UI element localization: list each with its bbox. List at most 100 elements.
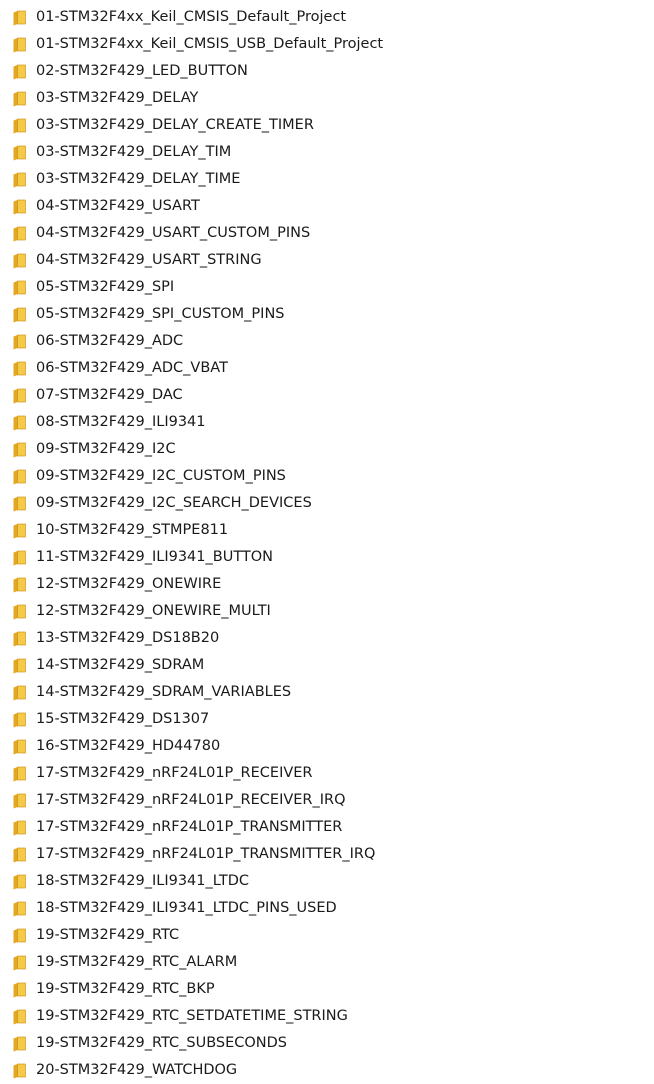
folder-name: 17-STM32F429_nRF24L01P_TRANSMITTER_IRQ bbox=[36, 846, 376, 862]
folder-icon bbox=[13, 739, 26, 754]
folder-name: 11-STM32F429_ILI9341_BUTTON bbox=[36, 549, 274, 565]
folder-icon bbox=[13, 307, 26, 322]
folder-item[interactable]: 11-STM32F429_ILI9341_BUTTON bbox=[0, 544, 654, 571]
folder-name: 20-STM32F429_WATCHDOG bbox=[36, 1062, 238, 1078]
folder-item[interactable]: 04-STM32F429_USART_STRING bbox=[0, 247, 654, 274]
folder-name: 01-STM32F4xx_Keil_CMSIS_USB_Default_Proj… bbox=[36, 36, 384, 52]
folder-icon bbox=[13, 172, 26, 187]
folder-name: 05-STM32F429_SPI bbox=[36, 279, 175, 295]
folder-item[interactable]: 17-STM32F429_nRF24L01P_TRANSMITTER_IRQ bbox=[0, 841, 654, 868]
folder-icon bbox=[13, 766, 26, 781]
folder-name: 13-STM32F429_DS18B20 bbox=[36, 630, 220, 646]
folder-icon bbox=[13, 658, 26, 673]
folder-item[interactable]: 19-STM32F429_RTC bbox=[0, 922, 654, 949]
folder-item[interactable]: 17-STM32F429_nRF24L01P_TRANSMITTER bbox=[0, 814, 654, 841]
folder-item[interactable]: 17-STM32F429_nRF24L01P_RECEIVER_IRQ bbox=[0, 787, 654, 814]
folder-item[interactable]: 19-STM32F429_RTC_BKP bbox=[0, 976, 654, 1003]
folder-name: 12-STM32F429_ONEWIRE bbox=[36, 576, 222, 592]
folder-name: 08-STM32F429_ILI9341 bbox=[36, 414, 206, 430]
folder-icon bbox=[13, 1009, 26, 1024]
folder-item[interactable]: 01-STM32F4xx_Keil_CMSIS_USB_Default_Proj… bbox=[0, 31, 654, 58]
folder-icon bbox=[13, 874, 26, 889]
folder-item[interactable]: 09-STM32F429_I2C_SEARCH_DEVICES bbox=[0, 490, 654, 517]
folder-icon bbox=[13, 523, 26, 538]
folder-item[interactable]: 16-STM32F429_HD44780 bbox=[0, 733, 654, 760]
folder-icon bbox=[13, 820, 26, 835]
folder-item[interactable]: 15-STM32F429_DS1307 bbox=[0, 706, 654, 733]
folder-item[interactable]: 10-STM32F429_STMPE811 bbox=[0, 517, 654, 544]
folder-item[interactable]: 03-STM32F429_DELAY bbox=[0, 85, 654, 112]
folder-item[interactable]: 19-STM32F429_RTC_SETDATETIME_STRING bbox=[0, 1003, 654, 1030]
folder-item[interactable]: 03-STM32F429_DELAY_TIME bbox=[0, 166, 654, 193]
folder-name: 03-STM32F429_DELAY bbox=[36, 90, 199, 106]
folder-name: 05-STM32F429_SPI_CUSTOM_PINS bbox=[36, 306, 285, 322]
folder-item[interactable]: 08-STM32F429_ILI9341 bbox=[0, 409, 654, 436]
folder-name: 04-STM32F429_USART_STRING bbox=[36, 252, 262, 268]
folder-icon bbox=[13, 361, 26, 376]
folder-item[interactable]: 12-STM32F429_ONEWIRE bbox=[0, 571, 654, 598]
folder-name: 10-STM32F429_STMPE811 bbox=[36, 522, 229, 538]
folder-icon bbox=[13, 901, 26, 916]
folder-item[interactable]: 14-STM32F429_SDRAM_VARIABLES bbox=[0, 679, 654, 706]
folder-name: 19-STM32F429_RTC bbox=[36, 927, 180, 943]
folder-item[interactable]: 05-STM32F429_SPI_CUSTOM_PINS bbox=[0, 301, 654, 328]
folder-icon bbox=[13, 1063, 26, 1078]
folder-icon bbox=[13, 145, 26, 160]
folder-item[interactable]: 04-STM32F429_USART bbox=[0, 193, 654, 220]
folder-icon bbox=[13, 253, 26, 268]
folder-icon bbox=[13, 1036, 26, 1051]
folder-icon bbox=[13, 37, 26, 52]
folder-item[interactable]: 03-STM32F429_DELAY_TIM bbox=[0, 139, 654, 166]
folder-icon bbox=[13, 496, 26, 511]
folder-item[interactable]: 12-STM32F429_ONEWIRE_MULTI bbox=[0, 598, 654, 625]
folder-icon bbox=[13, 604, 26, 619]
folder-icon bbox=[13, 334, 26, 349]
folder-item[interactable]: 07-STM32F429_DAC bbox=[0, 382, 654, 409]
folder-icon bbox=[13, 631, 26, 646]
folder-name: 07-STM32F429_DAC bbox=[36, 387, 183, 403]
folder-item[interactable]: 18-STM32F429_ILI9341_LTDC_PINS_USED bbox=[0, 895, 654, 922]
folder-icon bbox=[13, 793, 26, 808]
folder-icon bbox=[13, 442, 26, 457]
folder-icon bbox=[13, 91, 26, 106]
folder-item[interactable]: 14-STM32F429_SDRAM bbox=[0, 652, 654, 679]
folder-name: 18-STM32F429_ILI9341_LTDC bbox=[36, 873, 249, 889]
folder-name: 17-STM32F429_nRF24L01P_RECEIVER_IRQ bbox=[36, 792, 346, 808]
folder-name: 09-STM32F429_I2C_CUSTOM_PINS bbox=[36, 468, 286, 484]
folder-item[interactable]: 02-STM32F429_LED_BUTTON bbox=[0, 58, 654, 85]
folder-name: 09-STM32F429_I2C_SEARCH_DEVICES bbox=[36, 495, 312, 511]
folder-name: 14-STM32F429_SDRAM_VARIABLES bbox=[36, 684, 292, 700]
folder-name: 17-STM32F429_nRF24L01P_RECEIVER bbox=[36, 765, 313, 781]
folder-item[interactable]: 09-STM32F429_I2C bbox=[0, 436, 654, 463]
folder-item[interactable]: 19-STM32F429_RTC_ALARM bbox=[0, 949, 654, 976]
folder-item[interactable]: 09-STM32F429_I2C_CUSTOM_PINS bbox=[0, 463, 654, 490]
folder-item[interactable]: 01-STM32F4xx_Keil_CMSIS_Default_Project bbox=[0, 4, 654, 31]
folder-name: 16-STM32F429_HD44780 bbox=[36, 738, 221, 754]
folder-item[interactable]: 06-STM32F429_ADC bbox=[0, 328, 654, 355]
folder-item[interactable]: 03-STM32F429_DELAY_CREATE_TIMER bbox=[0, 112, 654, 139]
folder-name: 19-STM32F429_RTC_BKP bbox=[36, 981, 215, 997]
folder-name: 17-STM32F429_nRF24L01P_TRANSMITTER bbox=[36, 819, 343, 835]
folder-icon bbox=[13, 199, 26, 214]
folder-item[interactable]: 19-STM32F429_RTC_SUBSECONDS bbox=[0, 1030, 654, 1057]
folder-icon bbox=[13, 64, 26, 79]
folder-item[interactable]: 04-STM32F429_USART_CUSTOM_PINS bbox=[0, 220, 654, 247]
folder-item[interactable]: 20-STM32F429_WATCHDOG bbox=[0, 1057, 654, 1084]
folder-item[interactable]: 18-STM32F429_ILI9341_LTDC bbox=[0, 868, 654, 895]
folder-name: 15-STM32F429_DS1307 bbox=[36, 711, 210, 727]
folder-name: 02-STM32F429_LED_BUTTON bbox=[36, 63, 248, 79]
folder-item[interactable]: 17-STM32F429_nRF24L01P_RECEIVER bbox=[0, 760, 654, 787]
folder-item[interactable]: 06-STM32F429_ADC_VBAT bbox=[0, 355, 654, 382]
folder-icon bbox=[13, 10, 26, 25]
folder-icon bbox=[13, 550, 26, 565]
folder-list: 01-STM32F4xx_Keil_CMSIS_Default_Project … bbox=[0, 4, 654, 1084]
folder-icon bbox=[13, 685, 26, 700]
folder-icon bbox=[13, 955, 26, 970]
folder-item[interactable]: 05-STM32F429_SPI bbox=[0, 274, 654, 301]
folder-icon bbox=[13, 847, 26, 862]
folder-name: 04-STM32F429_USART bbox=[36, 198, 200, 214]
folder-icon bbox=[13, 577, 26, 592]
folder-name: 03-STM32F429_DELAY_CREATE_TIMER bbox=[36, 117, 314, 133]
folder-item[interactable]: 13-STM32F429_DS18B20 bbox=[0, 625, 654, 652]
folder-icon bbox=[13, 469, 26, 484]
